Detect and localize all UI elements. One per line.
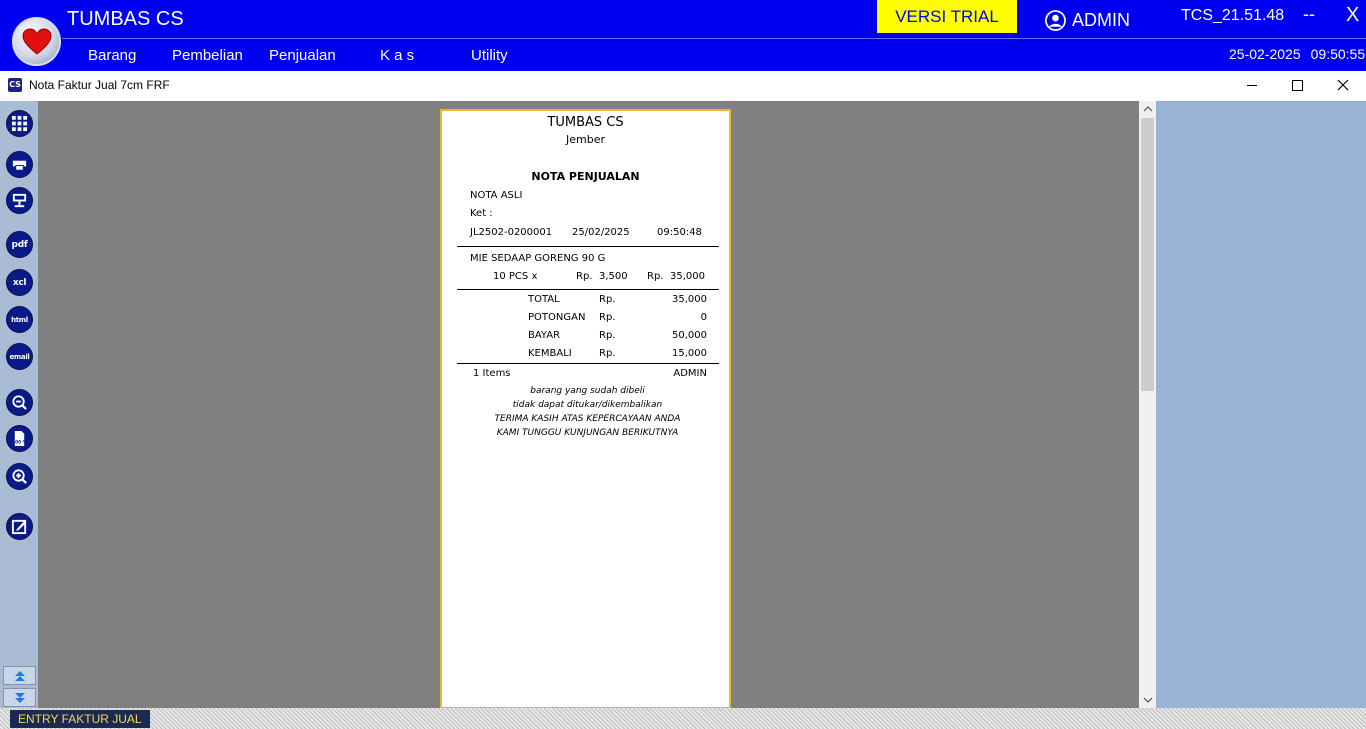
summary-currency-potongan: Rp. bbox=[599, 312, 616, 323]
receipt-item-price-prefix: Rp. bbox=[576, 271, 593, 282]
receipt-copy-type: NOTA ASLI bbox=[470, 190, 523, 201]
receipt-footer-line: tidak dapat ditukar/dikembalikan bbox=[512, 400, 663, 410]
menu-penjualan[interactable]: Penjualan bbox=[269, 47, 336, 64]
child-close-button[interactable] bbox=[1333, 76, 1353, 94]
summary-currency-total: Rp. bbox=[599, 294, 616, 305]
edit-icon[interactable] bbox=[6, 513, 33, 540]
menu-utility[interactable]: Utility bbox=[471, 47, 508, 64]
child-window-title: Nota Faktur Jual 7cm FRF bbox=[29, 78, 170, 92]
preview-vertical-scrollbar[interactable] bbox=[1139, 101, 1156, 708]
double-chevron-down-icon bbox=[14, 692, 25, 703]
xcl-export-button[interactable]: xcl bbox=[6, 269, 33, 296]
summary-label-potongan: POTONGAN bbox=[528, 312, 586, 323]
zoom-out-glyph-icon bbox=[12, 395, 27, 410]
user-name: ADMIN bbox=[1072, 10, 1130, 30]
receipt-page: TUMBAS CS Jember NOTA PENJUALAN NOTA ASL… bbox=[440, 109, 731, 709]
receipt-invoice-number: JL2502-0200001 bbox=[470, 227, 553, 238]
scroll-down-button[interactable] bbox=[3, 688, 36, 707]
receipt-invoice-time: 09:50:48 bbox=[657, 227, 702, 238]
zoom-out-icon[interactable] bbox=[6, 389, 33, 416]
pdf-export-label: pdf bbox=[11, 239, 28, 250]
pdf-export-button[interactable]: pdf bbox=[6, 231, 33, 258]
app-window: TUMBAS CS VERSI TRIAL ADMIN TCS_21.51.48… bbox=[0, 0, 1366, 729]
child-minimize-button[interactable] bbox=[1242, 76, 1262, 94]
scroll-up-button[interactable] bbox=[3, 666, 36, 685]
zoom-in-glyph-icon bbox=[12, 469, 27, 484]
printer-glyph-icon bbox=[12, 160, 27, 171]
receipt-item-total-prefix: Rp. bbox=[647, 271, 664, 282]
version-label: TCS_21.51.48 bbox=[1181, 7, 1285, 24]
receipt-item-name: MIE SEDAAP GORENG 90 G bbox=[470, 253, 606, 264]
receipt-store-name: TUMBAS CS bbox=[547, 115, 624, 130]
receipt-item-count: 1 Items bbox=[473, 368, 511, 379]
app-logo-heart-icon[interactable] bbox=[12, 17, 61, 66]
summary-currency-bayar: Rp. bbox=[599, 330, 616, 341]
receipt-separator bbox=[457, 246, 719, 247]
summary-value-potongan: 0 bbox=[700, 312, 707, 323]
receipt-separator bbox=[457, 363, 719, 364]
double-chevron-up-icon bbox=[14, 670, 25, 681]
zoom-100-icon[interactable]: 100 % bbox=[6, 425, 33, 452]
email-label: email bbox=[9, 352, 30, 361]
minimize-button[interactable]: -- bbox=[1303, 4, 1315, 25]
summary-label-kembali: KEMBALI bbox=[528, 348, 572, 359]
app-title: TUMBAS CS bbox=[67, 8, 184, 30]
receipt-heading: NOTA PENJUALAN bbox=[531, 170, 640, 183]
receipt-item-qty: 10 PCS x bbox=[493, 271, 538, 282]
printer-setup-glyph-icon bbox=[12, 193, 27, 208]
trial-badge: VERSI TRIAL bbox=[877, 0, 1017, 33]
menu-barang[interactable]: Barang bbox=[88, 47, 136, 64]
printer-setup-icon[interactable] bbox=[6, 187, 33, 214]
summary-label-total: TOTAL bbox=[528, 294, 560, 305]
edit-glyph-icon bbox=[11, 519, 27, 535]
html-export-button[interactable]: html bbox=[6, 306, 33, 333]
scrollbar-thumb[interactable] bbox=[1141, 118, 1154, 391]
summary-value-bayar: 50,000 bbox=[672, 330, 707, 341]
summary-label-bayar: BAYAR bbox=[528, 330, 561, 341]
menu-kas[interactable]: K a s bbox=[380, 47, 414, 64]
summary-value-total: 35,000 bbox=[672, 294, 707, 305]
user-indicator[interactable]: ADMIN bbox=[1045, 10, 1130, 31]
xcl-export-label: xcl bbox=[12, 277, 27, 288]
zoom-in-icon[interactable] bbox=[6, 463, 33, 490]
summary-currency-kembali: Rp. bbox=[599, 348, 616, 359]
scrollbar-down-arrow[interactable] bbox=[1139, 692, 1156, 708]
html-export-label: html bbox=[11, 315, 28, 324]
header-divider bbox=[62, 38, 1366, 39]
child-maximize-button[interactable] bbox=[1287, 76, 1307, 94]
receipt-separator bbox=[457, 289, 719, 290]
summary-value-kembali: 15,000 bbox=[672, 348, 707, 359]
zoom-100-text: 100 % bbox=[12, 440, 27, 446]
close-app-button[interactable]: X bbox=[1346, 4, 1359, 27]
scrollbar-up-arrow[interactable] bbox=[1139, 101, 1156, 117]
receipt-invoice-date: 25/02/2025 bbox=[572, 227, 630, 238]
time-label: 09:50:55 bbox=[1310, 46, 1366, 62]
status-bar bbox=[0, 708, 1366, 729]
receipt-footer-line: KAMI TUNGGU KUNJUNGAN BERIKUTNYA bbox=[496, 428, 679, 438]
receipt-item-total: 35,000 bbox=[670, 271, 705, 282]
child-window-icon: CS bbox=[8, 78, 22, 92]
user-icon bbox=[1045, 10, 1066, 31]
email-button[interactable]: email bbox=[6, 343, 33, 370]
receipt-ket-label: Ket : bbox=[470, 208, 493, 219]
zoom-100-glyph-icon: 100 % bbox=[12, 430, 28, 447]
receipt-item-price: 3,500 bbox=[599, 271, 628, 282]
receipt-cashier: ADMIN bbox=[673, 368, 707, 379]
menu-pembelian[interactable]: Pembelian bbox=[172, 47, 243, 64]
printer-icon[interactable] bbox=[6, 151, 33, 178]
grid-icon[interactable] bbox=[6, 110, 33, 137]
receipt-footer-line: TERIMA KASIH ATAS KEPERCAYAAN ANDA bbox=[494, 414, 681, 424]
child-window-titlebar bbox=[0, 71, 1366, 101]
receipt-footer-line: barang yang sudah dibeli bbox=[530, 386, 645, 396]
date-label: 25-02-2025 bbox=[1229, 46, 1301, 62]
receipt-city: Jember bbox=[566, 133, 605, 146]
status-bar-label: ENTRY FAKTUR JUAL bbox=[10, 710, 150, 728]
datetime-display: 25-02-2025 09:50:55 bbox=[1229, 46, 1365, 62]
grid-glyph-icon bbox=[11, 115, 28, 132]
right-side-panel bbox=[1156, 101, 1366, 708]
